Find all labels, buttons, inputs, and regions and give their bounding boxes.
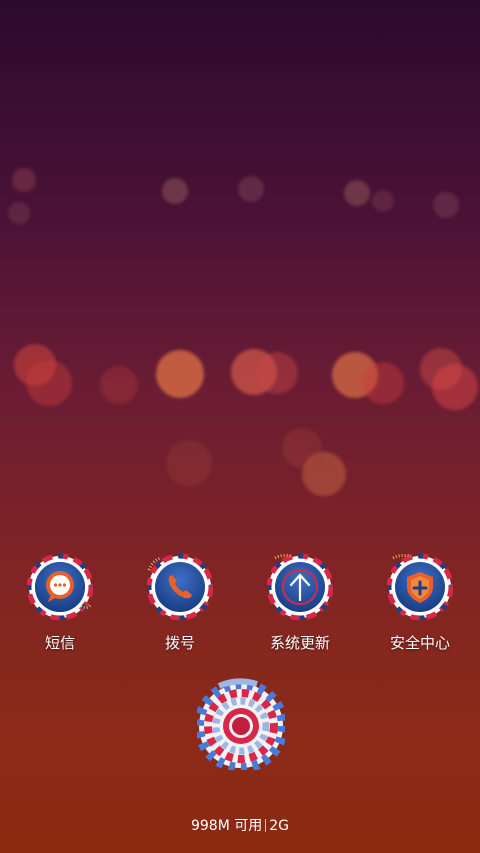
update-arrow-icon: [267, 554, 333, 620]
app-messages[interactable]: 短信: [0, 548, 120, 658]
network-type: 2G: [269, 818, 290, 834]
app-label: 短信: [44, 634, 75, 652]
app-label: 安全中心: [389, 634, 450, 652]
phone-icon: [147, 554, 213, 620]
status-divider: [265, 819, 267, 832]
app-system-update[interactable]: 系统更新: [240, 548, 360, 658]
status-bar: 998M 可用 2G: [0, 815, 480, 835]
message-icon: [27, 554, 93, 620]
memory-available: 998M 可用: [190, 818, 263, 834]
app-label: 系统更新: [269, 634, 330, 652]
security-shield-icon: [387, 554, 453, 620]
app-row: 短信 拨号 系统更新 安全中心: [0, 548, 480, 658]
spiral-swirl-icon[interactable]: [197, 678, 285, 770]
app-dialer[interactable]: 拨号: [120, 548, 240, 658]
home-screen: 短信 拨号 系统更新 安全中心 998M 可用 2G: [0, 0, 480, 853]
app-security-center[interactable]: 安全中心: [360, 548, 480, 658]
app-label: 拨号: [164, 634, 195, 652]
